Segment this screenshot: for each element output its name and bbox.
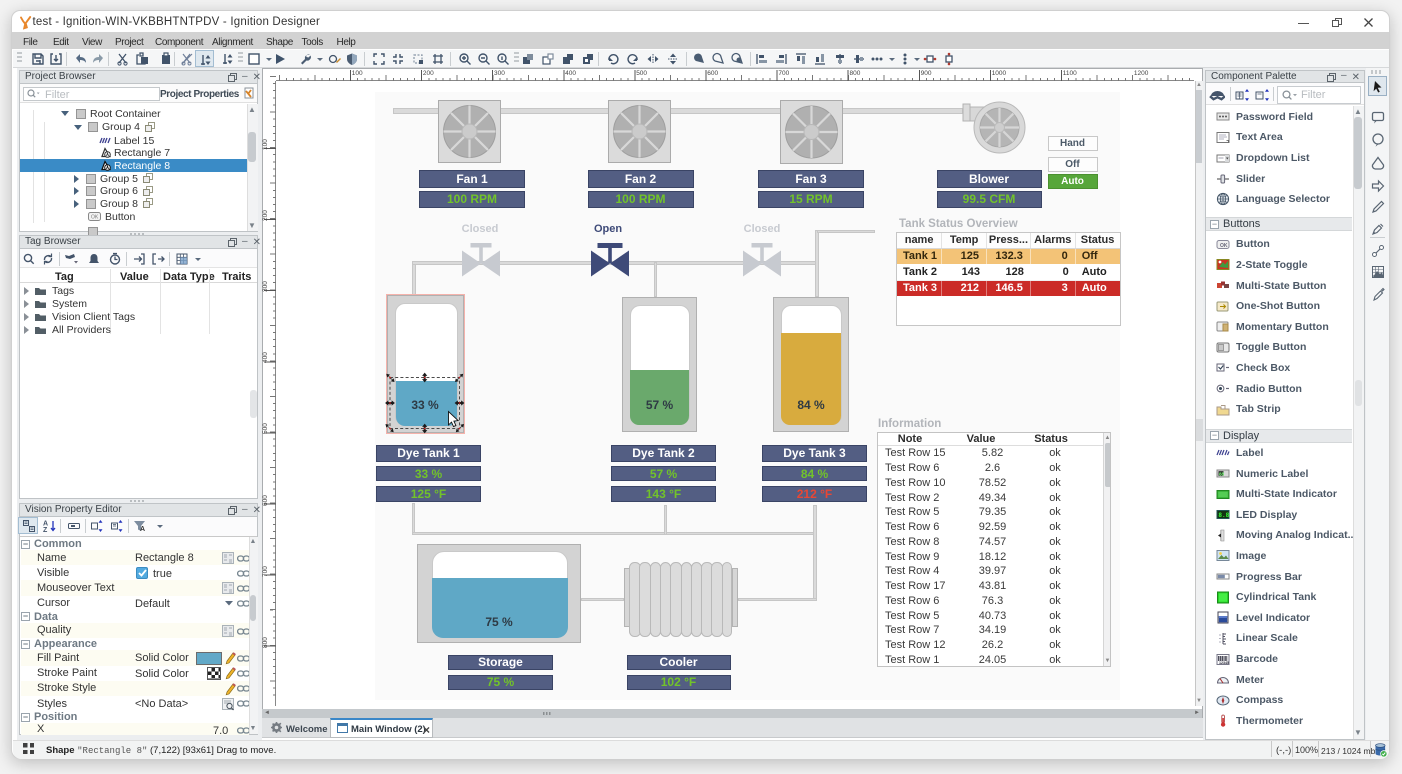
svg-text:Z: Z bbox=[43, 527, 48, 533]
svg-text:OK: OK bbox=[1220, 243, 1228, 249]
svg-text:12345: 12345 bbox=[1219, 661, 1229, 665]
svg-text:8.8: 8.8 bbox=[1218, 512, 1229, 519]
svg-text:A: A bbox=[140, 526, 145, 533]
svg-text:OK: OK bbox=[91, 214, 99, 220]
svg-text:88: 88 bbox=[1219, 471, 1225, 476]
